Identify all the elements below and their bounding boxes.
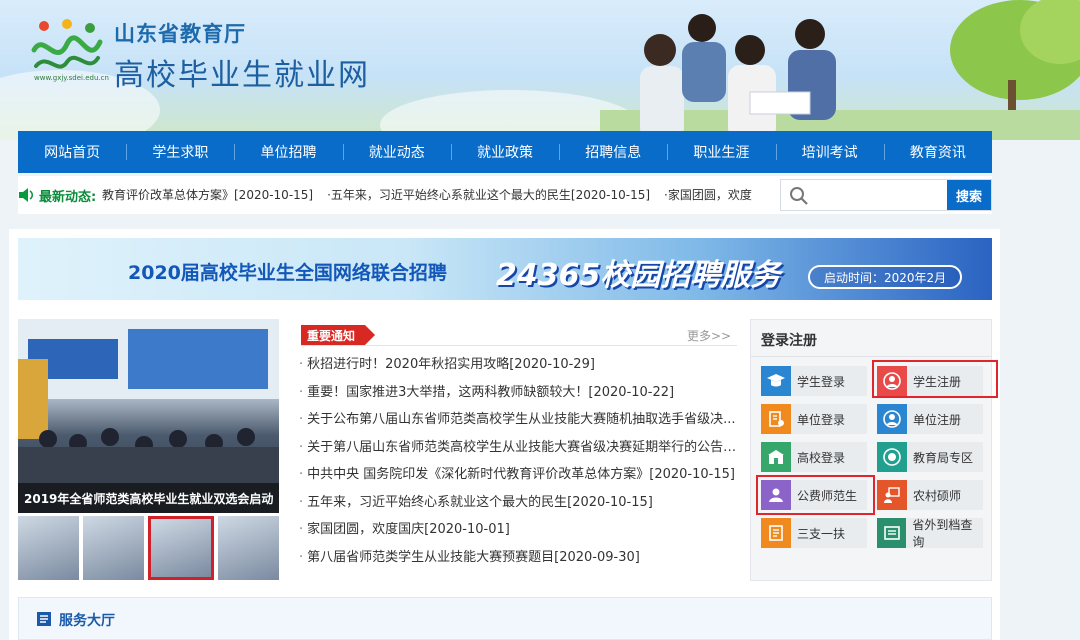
nav-recruitment[interactable]: 单位招聘 [234,131,342,173]
speaker-icon [19,188,34,202]
highlight-box [872,360,998,398]
lecture-icon [877,480,907,510]
slide-thumbnail-active[interactable] [147,516,215,580]
company-login-button[interactable]: 单位登录 [761,404,867,434]
three-supports-button[interactable]: 三支一扶 [761,518,867,548]
service-hall-title: 服务大厅 [59,613,115,629]
service-hall: 服务大厅 [18,597,992,640]
nav-education-news[interactable]: 教育资讯 [883,131,992,173]
divider [301,345,737,346]
nav-employment-news[interactable]: 就业动态 [342,131,451,173]
education-bureau-button[interactable]: 教育局专区 [877,442,983,472]
login-panel: 登录注册 学生登录 学生注册 单位登录 单位注册 高校登录 教育局专区 公费师范… [750,319,998,581]
photo-slideshow[interactable]: 2019年全省师范类高校毕业生就业双选会启动 [18,319,279,513]
logo-icon[interactable] [30,16,104,82]
highlight-box [756,475,875,515]
slide-thumbnail[interactable] [218,516,279,580]
graduation-cap-icon [761,366,791,396]
search-button[interactable]: 搜索 [947,180,991,210]
nav-home[interactable]: 网站首页 [18,131,126,173]
slide-thumbnail[interactable] [82,516,144,580]
rural-master-teacher-button[interactable]: 农村硕师 [877,480,983,510]
banner-title: 2020届高校毕业生全国网络联合招聘 [128,262,447,284]
ticker-item[interactable]: 教育评价改革总体方案》[2020-10-15] [102,188,313,202]
ticker-item[interactable]: ·家国团圆，欢度 [664,188,752,202]
header: www.gxjy.sdei.edu.cn 山东省教育厅 高校毕业生就业网 [0,0,1080,140]
company-register-button[interactable]: 单位注册 [877,404,983,434]
emblem-icon [877,442,907,472]
notice-item[interactable]: 家国团圆，欢度国庆[2020-10-01] [299,516,739,544]
button-label: 教育局专区 [913,450,974,465]
button-label: 省外到档查询 [912,518,973,549]
user-circle-icon [877,404,907,434]
campus-recruitment-banner[interactable]: 2020届高校毕业生全国网络联合招聘 24365校园招聘服务 启动时间：2020… [18,238,992,300]
site-org: 山东省教育厅 [114,21,246,46]
out-of-province-file-query-button[interactable]: 省外到档查询 [877,518,983,549]
notice-item[interactable]: 五年来，习近平始终心系就业这个最大的民生[2020-10-15] [299,489,739,517]
notice-item[interactable]: 秋招进行时！2020年秋招实用攻略[2020-10-29] [299,351,739,379]
book-icon [37,612,51,626]
notice-item[interactable]: 关于公布第八届山东省师范类高校学生从业技能大赛随机抽取选手省级决... [299,406,739,434]
notice-list: 秋招进行时！2020年秋招实用攻略[2020-10-29] 重要！国家推进3大举… [299,351,739,571]
slide-thumbnail[interactable] [18,516,79,580]
news-label-text: 最新动态: [39,189,97,205]
main-nav: 网站首页 学生求职 单位招聘 就业动态 就业政策 招聘信息 职业生涯 培训考试 … [18,131,992,173]
building-doc-icon [761,404,791,434]
site-title[interactable]: 高校毕业生就业网 [114,50,370,94]
news-ticker-bar: 最新动态: 教育评价改革总体方案》[2020-10-15] ·五年来，习近平始终心… [18,176,992,214]
news-ticker: 教育评价改革总体方案》[2020-10-15] ·五年来，习近平始终心系就业这个最… [102,176,774,214]
notice-item[interactable]: 中共中央 国务院印发《深化新时代教育评价改革总体方案》[2020-10-15] [299,461,739,489]
logo-url: www.gxjy.sdei.edu.cn [34,74,109,82]
button-label: 高校登录 [797,450,846,465]
main-content: 2020届高校毕业生全国网络联合招聘 24365校园招聘服务 启动时间：2020… [9,229,1000,640]
button-label: 三支一扶 [797,526,846,541]
slide-caption: 2019年全省师范类高校毕业生就业双选会启动 [18,483,279,513]
divider [751,356,991,357]
search-box[interactable]: 搜索 [780,179,992,211]
banner-date: 启动时间：2020年2月 [808,265,963,289]
button-label: 农村硕师 [913,488,962,503]
notice-item[interactable]: 第八届省师范类学生从业技能大赛预赛题目[2020-09-30] [299,544,739,572]
nav-career[interactable]: 职业生涯 [667,131,775,173]
slide-thumbnails [18,516,279,580]
button-label: 学生登录 [797,374,846,389]
list-icon [877,518,907,548]
banner-slogan: 24365校园招聘服务 [496,258,781,293]
student-login-button[interactable]: 学生登录 [761,366,867,396]
nav-training-exams[interactable]: 培训考试 [775,131,884,173]
notice-tag: 重要通知 [301,325,376,345]
button-label: 单位登录 [797,412,846,427]
students-photo [600,0,1080,140]
university-login-button[interactable]: 高校登录 [761,442,867,472]
button-label: 单位注册 [913,412,962,427]
nav-job-seeking[interactable]: 学生求职 [126,131,234,173]
notice-item[interactable]: 重要！国家推进3大举措，这两科教师缺额较大！[2020-10-22] [299,379,739,407]
search-icon [790,187,808,205]
more-link[interactable]: 更多>> [687,327,731,344]
nav-job-info[interactable]: 招聘信息 [559,131,667,173]
news-label: 最新动态: [18,176,96,214]
document-icon [761,518,791,548]
ticker-item[interactable]: ·五年来，习近平始终心系就业这个最大的民生[2020-10-15] [327,188,650,202]
school-icon [761,442,791,472]
login-title: 登录注册 [761,333,817,349]
notice-item[interactable]: 关于第八届山东省师范类高校学生从业技能大赛省级决赛延期举行的公告[... [299,434,739,462]
nav-employment-policy[interactable]: 就业政策 [450,131,559,173]
